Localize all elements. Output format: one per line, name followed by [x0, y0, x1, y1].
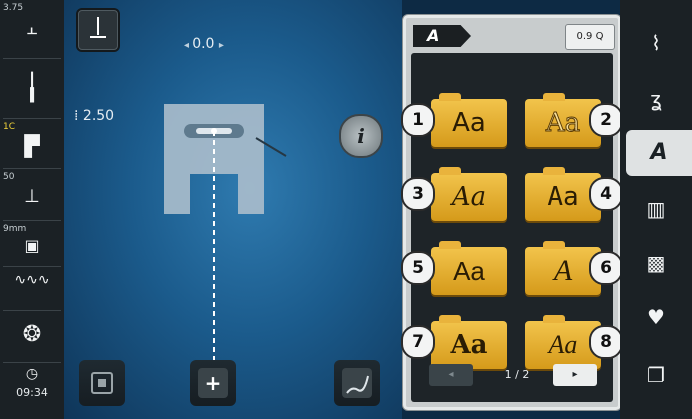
copy-icon: ❐	[647, 363, 665, 387]
stitch-plate-label: 9mm	[3, 224, 27, 234]
presser-foot-graphic	[164, 104, 287, 384]
stitch-plate-icon[interactable]: ▣	[0, 236, 64, 255]
font-number-1: 1	[401, 103, 435, 137]
info-button[interactable]: i	[339, 114, 383, 158]
plus-icon: +	[198, 368, 228, 398]
arrow-right-icon: ▸	[572, 369, 578, 380]
dotted-bar-icon: ⁞	[74, 108, 79, 124]
clock-icon: ◷	[25, 366, 39, 382]
font-sample-1: Aa	[452, 108, 486, 138]
quilt-icon: ▩	[646, 251, 666, 275]
page-indicator: 1 / 2	[504, 368, 530, 381]
font-sample-5: Aa	[453, 256, 485, 286]
font-tile-3[interactable]: Aa	[431, 167, 507, 221]
pen-icon	[342, 368, 372, 398]
stitch-workspace: ◂ 0.0 ▸ ⁞ 2.50 i +	[64, 0, 402, 419]
font-grid: Aa 1 Aa 2 Aa 3 Aa 4 Aa 5 A 6 Aa 7 Aa 8	[401, 53, 623, 402]
font-number-2: 2	[589, 103, 623, 137]
zigzag-stitch-icon: ⌇	[651, 31, 661, 55]
font-sample-7: Aa	[450, 330, 488, 360]
feed-dog-icon[interactable]: ∿∿∿	[0, 272, 64, 288]
time: 09:34	[16, 386, 48, 399]
stitch-length-value: 2.50	[82, 108, 115, 124]
add-stitch-button[interactable]: +	[190, 360, 236, 406]
font-number-5: 5	[401, 251, 435, 285]
stitch-position-value: 0.0	[192, 36, 215, 52]
squiggle-icon: ʓ	[650, 87, 662, 111]
needle-icon[interactable]: ╽	[0, 64, 64, 112]
chevron-left-icon[interactable]: ◂	[184, 40, 192, 51]
presser-foot-icon[interactable]: ▛	[0, 134, 64, 158]
left-status-bar: 3.75 ⫠ ╽ 1C ▛ 50 ⊥ 9mm ▣ ∿∿∿ ❂ ◷ 09:34	[0, 0, 64, 419]
font-panel: A 0.9 Q Aa 1 Aa 2 Aa 3 Aa 4 Aa 5 A 6 Aa …	[401, 14, 623, 411]
font-tile-1[interactable]: Aa	[431, 93, 507, 147]
next-page-button[interactable]: ▸	[553, 364, 597, 386]
font-number-4: 4	[589, 177, 623, 211]
font-tile-5[interactable]: Aa	[431, 241, 507, 295]
arrow-left-icon: ◂	[448, 369, 454, 380]
font-number-7: 7	[401, 325, 435, 359]
memory-menu-item[interactable]: ❐	[626, 352, 686, 398]
alphabets-menu-item[interactable]: A	[626, 130, 692, 176]
stitch-width-label: 3.75	[3, 3, 24, 13]
window-icon	[91, 372, 113, 394]
needle-label: 1C	[3, 122, 16, 132]
buttonhole-icon: ▥	[646, 197, 666, 221]
edit-button[interactable]	[334, 360, 380, 406]
font-number-6: 6	[589, 251, 623, 285]
presser-label: 50	[3, 172, 15, 182]
alphabet-tab-label: A	[427, 26, 440, 45]
view-toggle-button[interactable]	[79, 360, 125, 406]
font-sample-3: Aa	[451, 182, 487, 212]
heart-icon: ♥	[647, 305, 665, 329]
previous-page-button[interactable]: ◂	[429, 364, 473, 386]
stitch-position-control[interactable]: ◂ 0.0 ▸	[184, 36, 224, 52]
bobbin-icon[interactable]: ❂	[0, 322, 64, 347]
font-tile-7[interactable]: Aa	[431, 315, 507, 369]
chevron-right-icon[interactable]: ▸	[219, 40, 224, 51]
quilt-menu-item[interactable]: ▩	[626, 240, 686, 286]
zoom-button[interactable]: 0.9 Q	[565, 24, 615, 50]
foot-pressure-icon[interactable]: ⊥	[0, 186, 64, 207]
favorites-menu-item[interactable]: ♥	[626, 294, 686, 340]
right-menu-bar: ⌇ ʓ A ▥ ▩ ♥ ❐	[620, 0, 692, 419]
needle-position-button[interactable]	[78, 10, 118, 50]
stitch-menu-item[interactable]: ⌇	[626, 20, 686, 66]
decorative-stitch-item[interactable]: ʓ	[626, 76, 686, 122]
alphabet-tab[interactable]: A	[413, 25, 471, 47]
font-number-8: 8	[589, 325, 623, 359]
stitch-length-control[interactable]: ⁞ 2.50	[74, 108, 114, 124]
needle-down-icon	[90, 17, 106, 38]
font-number-3: 3	[401, 177, 435, 211]
stitch-width-icon[interactable]: ⫠	[0, 18, 64, 39]
buttonhole-menu-item[interactable]: ▥	[626, 186, 686, 232]
